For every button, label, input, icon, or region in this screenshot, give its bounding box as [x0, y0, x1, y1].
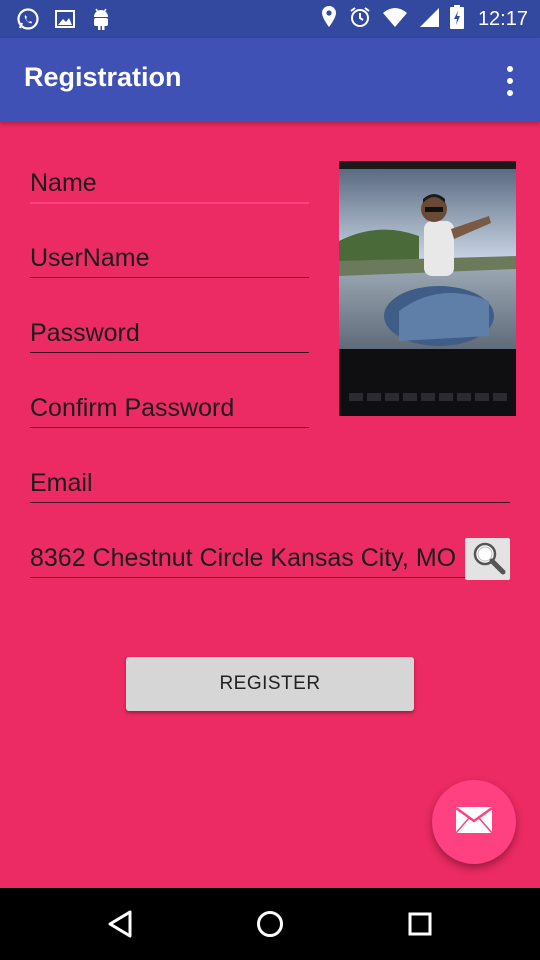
search-button[interactable] — [465, 538, 510, 580]
profile-photo-image — [339, 161, 516, 416]
password-input[interactable] — [30, 314, 309, 352]
recents-icon[interactable] — [402, 906, 438, 942]
email-field[interactable] — [30, 464, 510, 503]
email-fab[interactable] — [432, 780, 516, 864]
confirm-password-input[interactable] — [30, 389, 309, 427]
whatsapp-icon — [16, 7, 40, 36]
address-field[interactable] — [30, 539, 510, 578]
battery-icon — [449, 5, 464, 34]
profile-photo[interactable] — [339, 161, 516, 416]
android-icon — [90, 7, 112, 36]
register-button[interactable]: REGISTER — [126, 657, 414, 711]
app-bar: Registration — [0, 38, 540, 122]
home-icon[interactable] — [252, 906, 288, 942]
username-field[interactable] — [30, 239, 309, 278]
status-bar-time: 12:17 — [477, 8, 528, 30]
username-input[interactable] — [30, 239, 309, 277]
alarm-icon — [348, 5, 372, 34]
search-icon — [470, 539, 506, 580]
back-icon[interactable] — [102, 906, 138, 942]
wifi-icon — [382, 6, 408, 33]
status-bar-system: 12:17 — [320, 5, 528, 34]
confirm-password-field[interactable] — [30, 389, 309, 428]
more-vert-icon[interactable] — [498, 66, 522, 96]
email-icon — [455, 806, 493, 839]
password-field[interactable] — [30, 314, 309, 353]
email-input[interactable] — [30, 464, 510, 502]
status-bar: 12:17 — [0, 0, 540, 38]
name-field[interactable] — [30, 164, 309, 204]
location-icon — [320, 5, 338, 34]
app-title: Registration — [24, 62, 182, 92]
name-input[interactable] — [30, 164, 309, 202]
image-icon — [54, 8, 76, 35]
navigation-bar — [0, 888, 540, 960]
signal-icon — [418, 6, 440, 33]
status-bar-notifications — [16, 7, 112, 36]
address-input[interactable] — [30, 539, 470, 577]
